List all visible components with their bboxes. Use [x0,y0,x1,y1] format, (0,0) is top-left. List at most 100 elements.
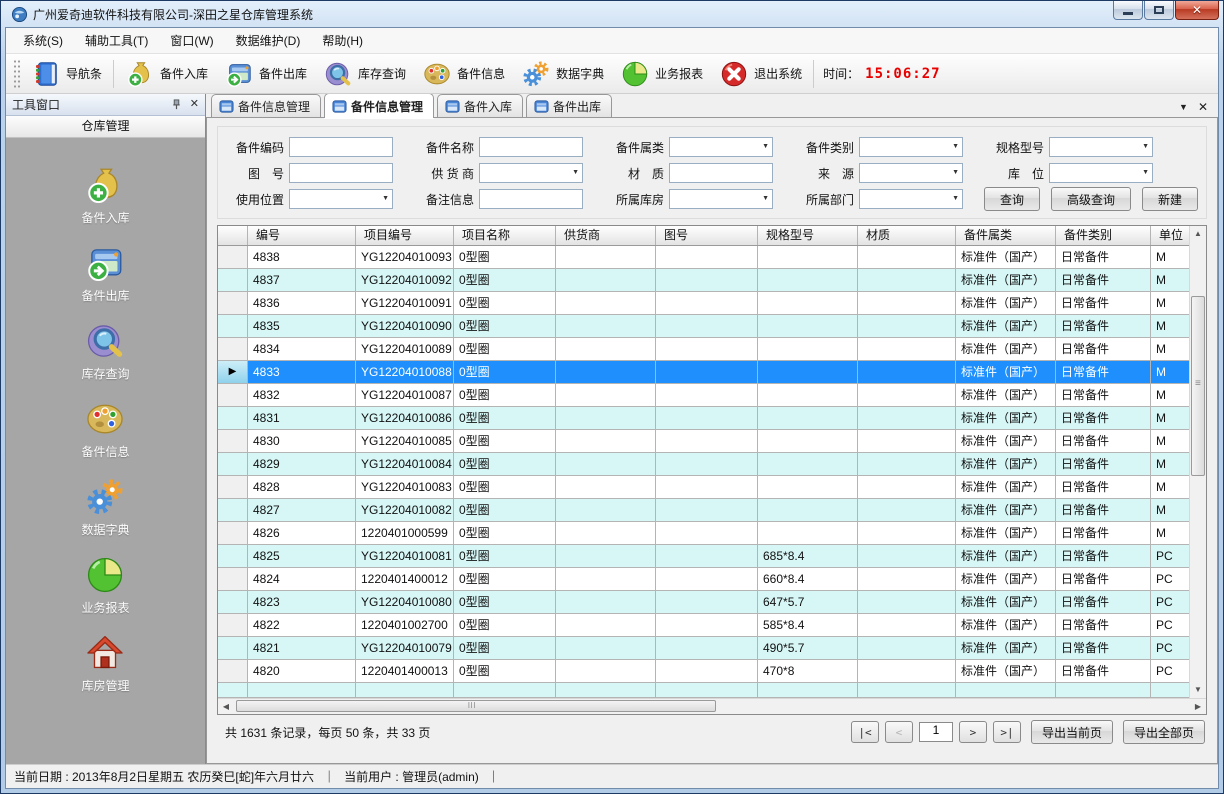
table-row[interactable]: 4836YG122040100910型圈标准件（国产）日常备件M [218,292,1189,315]
drawing-no-input[interactable] [289,163,393,183]
scroll-left-icon[interactable]: ◀ [218,699,234,714]
pin-icon[interactable] [171,99,182,110]
use-position-select[interactable] [289,189,393,209]
tab-icon [332,99,347,114]
sidebar-group-header[interactable]: 仓库管理 [6,116,205,138]
tab-close-icon[interactable]: ✕ [1198,101,1208,113]
column-header[interactable]: 备件属类 [956,226,1056,245]
remark-input[interactable] [479,189,583,209]
menu-tools[interactable]: 辅助工具(T) [74,28,159,53]
material-input[interactable] [669,163,773,183]
column-header[interactable]: 项目名称 [454,226,556,245]
tab-parts-info-management-2[interactable]: 备件信息管理 [324,94,434,118]
tab-list-dropdown-icon[interactable]: ▼ [1179,102,1188,112]
table-cell [858,545,956,568]
spec-model-select[interactable] [1049,137,1153,157]
toolbar-stock-out-button[interactable]: 备件出库 [216,56,315,92]
horizontal-scrollbar-thumb[interactable] [236,700,716,712]
table-row[interactable]: 4829YG122040100840型圈标准件（国产）日常备件M [218,453,1189,476]
close-button[interactable]: ✕ [1175,1,1219,20]
table-row[interactable]: 4830YG122040100850型圈标准件（国产）日常备件M [218,430,1189,453]
column-header[interactable]: 供货商 [556,226,656,245]
table-row[interactable]: 482612204010005990型圈标准件（国产）日常备件M [218,522,1189,545]
table-row[interactable]: 482412204014000120型圈660*8.4标准件（国产）日常备件PC [218,568,1189,591]
toolbar-report-button[interactable]: 业务报表 [612,56,711,92]
toolbar-parts-info-button[interactable]: 备件信息 [414,56,513,92]
sidebar-item-report[interactable]: 业务报表 [81,554,129,616]
part-category-select[interactable] [859,137,963,157]
table-row[interactable]: 4838YG122040100930型圈标准件（国产）日常备件M [218,246,1189,269]
toolbar-grip[interactable] [13,59,20,89]
table-row[interactable]: 4834YG122040100890型圈标准件（国产）日常备件M [218,338,1189,361]
column-header[interactable]: 图号 [656,226,758,245]
sidebar-item-inventory-query[interactable]: 库存查询 [81,320,129,382]
table-row[interactable]: 4837YG122040100920型圈标准件（国产）日常备件M [218,269,1189,292]
column-header[interactable]: 备件类别 [1056,226,1151,245]
tab-stock-out[interactable]: 备件出库 [526,94,612,118]
sidebar-item-parts-info[interactable]: 备件信息 [81,398,129,460]
toolbar-data-dictionary-button[interactable]: 数据字典 [513,56,612,92]
export-all-pages-button[interactable]: 导出全部页 [1123,720,1205,744]
sidebar-item-warehouse[interactable]: 库房管理 [81,632,129,694]
table-row[interactable]: 4828YG122040100830型圈标准件（国产）日常备件M [218,476,1189,499]
part-genus-select[interactable] [669,137,773,157]
next-page-button[interactable]: > [959,721,987,743]
warehouse-select[interactable] [669,189,773,209]
department-select[interactable] [859,189,963,209]
scroll-up-icon[interactable]: ▲ [1190,226,1206,242]
table-row[interactable]: 482012204014000130型圈470*8标准件（国产）日常备件PC [218,660,1189,683]
menu-help[interactable]: 帮助(H) [311,28,374,53]
toolbar-stock-in-button[interactable]: 备件入库 [117,56,216,92]
vertical-scrollbar-thumb[interactable] [1191,296,1205,476]
table-row[interactable]: 4835YG122040100900型圈标准件（国产）日常备件M [218,315,1189,338]
source-select[interactable] [859,163,963,183]
sidebar-close-icon[interactable]: ✕ [190,99,199,110]
page-number-input[interactable]: 1 [919,722,953,742]
toolbar-navigator-button[interactable]: 导航条 [23,56,110,92]
part-name-input[interactable] [479,137,583,157]
last-page-button[interactable]: >| [993,721,1021,743]
query-button[interactable]: 查询 [984,187,1040,211]
first-page-button[interactable]: |< [851,721,879,743]
supplier-select[interactable] [479,163,583,183]
table-cell [858,522,956,545]
vertical-scrollbar[interactable]: ▲ ▼ [1189,226,1206,698]
sidebar-item-stock-out[interactable]: 备件出库 [81,242,129,304]
toolbar-inventory-query-button[interactable]: 库存查询 [315,56,414,92]
table-row[interactable]: 4821YG122040100790型圈490*5.7标准件（国产）日常备件PC [218,637,1189,660]
menu-system[interactable]: 系统(S) [12,28,74,53]
menu-window[interactable]: 窗口(W) [159,28,224,53]
table-row[interactable]: 4831YG122040100860型圈标准件（国产）日常备件M [218,407,1189,430]
table-row[interactable]: 482212204010027000型圈585*8.4标准件（国产）日常备件PC [218,614,1189,637]
minimize-button[interactable] [1113,1,1143,20]
scroll-down-icon[interactable]: ▼ [1190,682,1206,698]
tab-parts-info-management-1[interactable]: 备件信息管理 [211,94,321,118]
sidebar-item-data-dictionary[interactable]: 数据字典 [81,476,129,538]
horizontal-scrollbar[interactable]: ◀ ▶ [218,698,1206,714]
part-code-input[interactable] [289,137,393,157]
export-current-page-button[interactable]: 导出当前页 [1031,720,1113,744]
prev-page-button[interactable]: < [885,721,913,743]
table-row[interactable]: 4827YG122040100820型圈标准件（国产）日常备件M [218,499,1189,522]
tab-stock-in[interactable]: 备件入库 [437,94,523,118]
table-cell: 4826 [248,522,356,545]
scroll-right-icon[interactable]: ▶ [1190,699,1206,714]
table-row[interactable]: 4823YG122040100800型圈647*5.7标准件（国产）日常备件PC [218,591,1189,614]
table-cell: 日常备件 [1056,292,1151,315]
row-indicator-cell [218,292,248,315]
table-row[interactable]: 4825YG122040100810型圈685*8.4标准件（国产）日常备件PC [218,545,1189,568]
menu-data-maintenance[interactable]: 数据维护(D) [225,28,312,53]
maximize-button[interactable] [1144,1,1174,20]
toolbar-exit-button[interactable]: 退出系统 [711,56,810,92]
column-header[interactable]: 规格型号 [758,226,858,245]
bin-location-select[interactable] [1049,163,1153,183]
column-header[interactable]: 项目编号 [356,226,454,245]
column-header[interactable]: 材质 [858,226,956,245]
table-row[interactable]: 4832YG122040100870型圈标准件（国产）日常备件M [218,384,1189,407]
column-header[interactable]: 单位 [1151,226,1189,245]
sidebar-item-stock-in[interactable]: 备件入库 [81,164,129,226]
table-row[interactable]: ▶4833YG122040100880型圈标准件（国产）日常备件M [218,361,1189,384]
advanced-query-button[interactable]: 高级查询 [1051,187,1131,211]
column-header[interactable]: 编号 [248,226,356,245]
create-button[interactable]: 新建 [1142,187,1198,211]
